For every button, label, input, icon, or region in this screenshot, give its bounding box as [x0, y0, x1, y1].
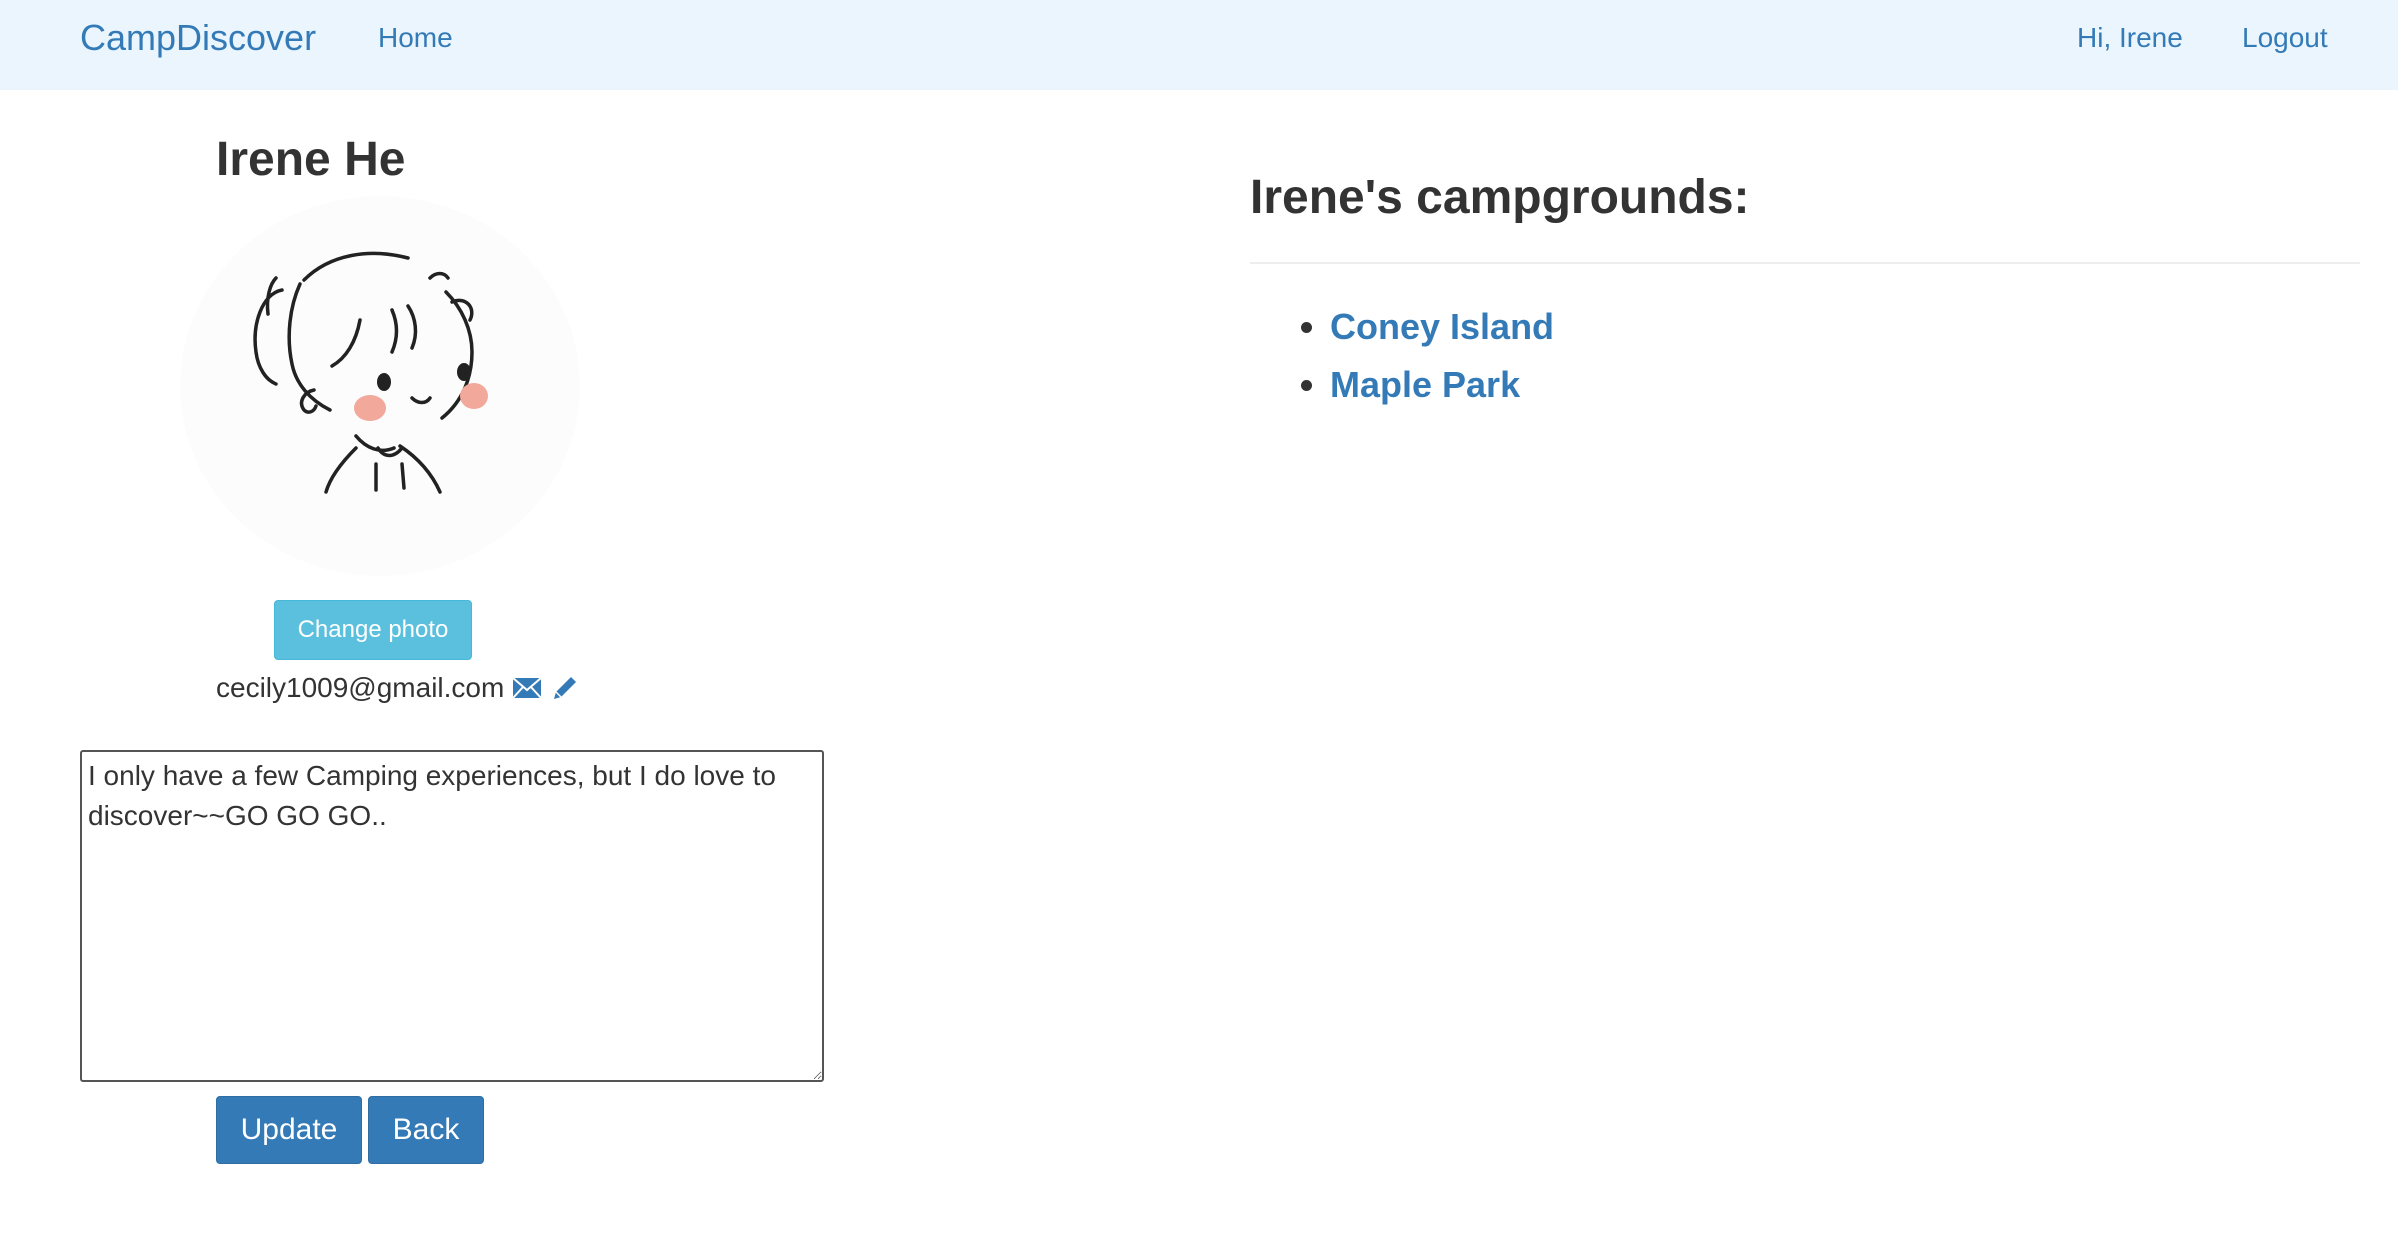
update-button[interactable]: Update	[216, 1096, 362, 1164]
campgrounds-divider	[1250, 262, 2360, 264]
back-button[interactable]: Back	[368, 1096, 484, 1164]
email-row: cecily1009@gmail.com	[216, 668, 580, 708]
campground-link-coney-island[interactable]: Coney Island	[1330, 306, 1554, 347]
avatar-illustration	[253, 251, 488, 494]
nav-home-link[interactable]: Home	[378, 20, 453, 56]
change-photo-button[interactable]: Change photo	[274, 600, 472, 660]
pencil-icon[interactable]	[550, 673, 580, 703]
navbar: CampDiscover Home Hi, Irene Logout	[0, 0, 2398, 90]
email-text: cecily1009@gmail.com	[216, 672, 505, 703]
list-item: Coney Island	[1330, 298, 1554, 356]
nav-logout-link[interactable]: Logout	[2242, 20, 2328, 56]
bio-textarea[interactable]: I only have a few Camping experiences, b…	[80, 750, 824, 1082]
campgrounds-list: Coney Island Maple Park	[1250, 298, 1554, 414]
envelope-icon[interactable]	[512, 676, 543, 700]
avatar	[180, 196, 580, 576]
nav-greeting-link[interactable]: Hi, Irene	[2077, 20, 2183, 56]
list-item: Maple Park	[1330, 356, 1554, 414]
profile-name: Irene He	[216, 133, 406, 186]
brand-link[interactable]: CampDiscover	[80, 18, 316, 58]
campgrounds-heading: Irene's campgrounds:	[1250, 171, 1750, 224]
campground-link-maple-park[interactable]: Maple Park	[1330, 364, 1520, 405]
